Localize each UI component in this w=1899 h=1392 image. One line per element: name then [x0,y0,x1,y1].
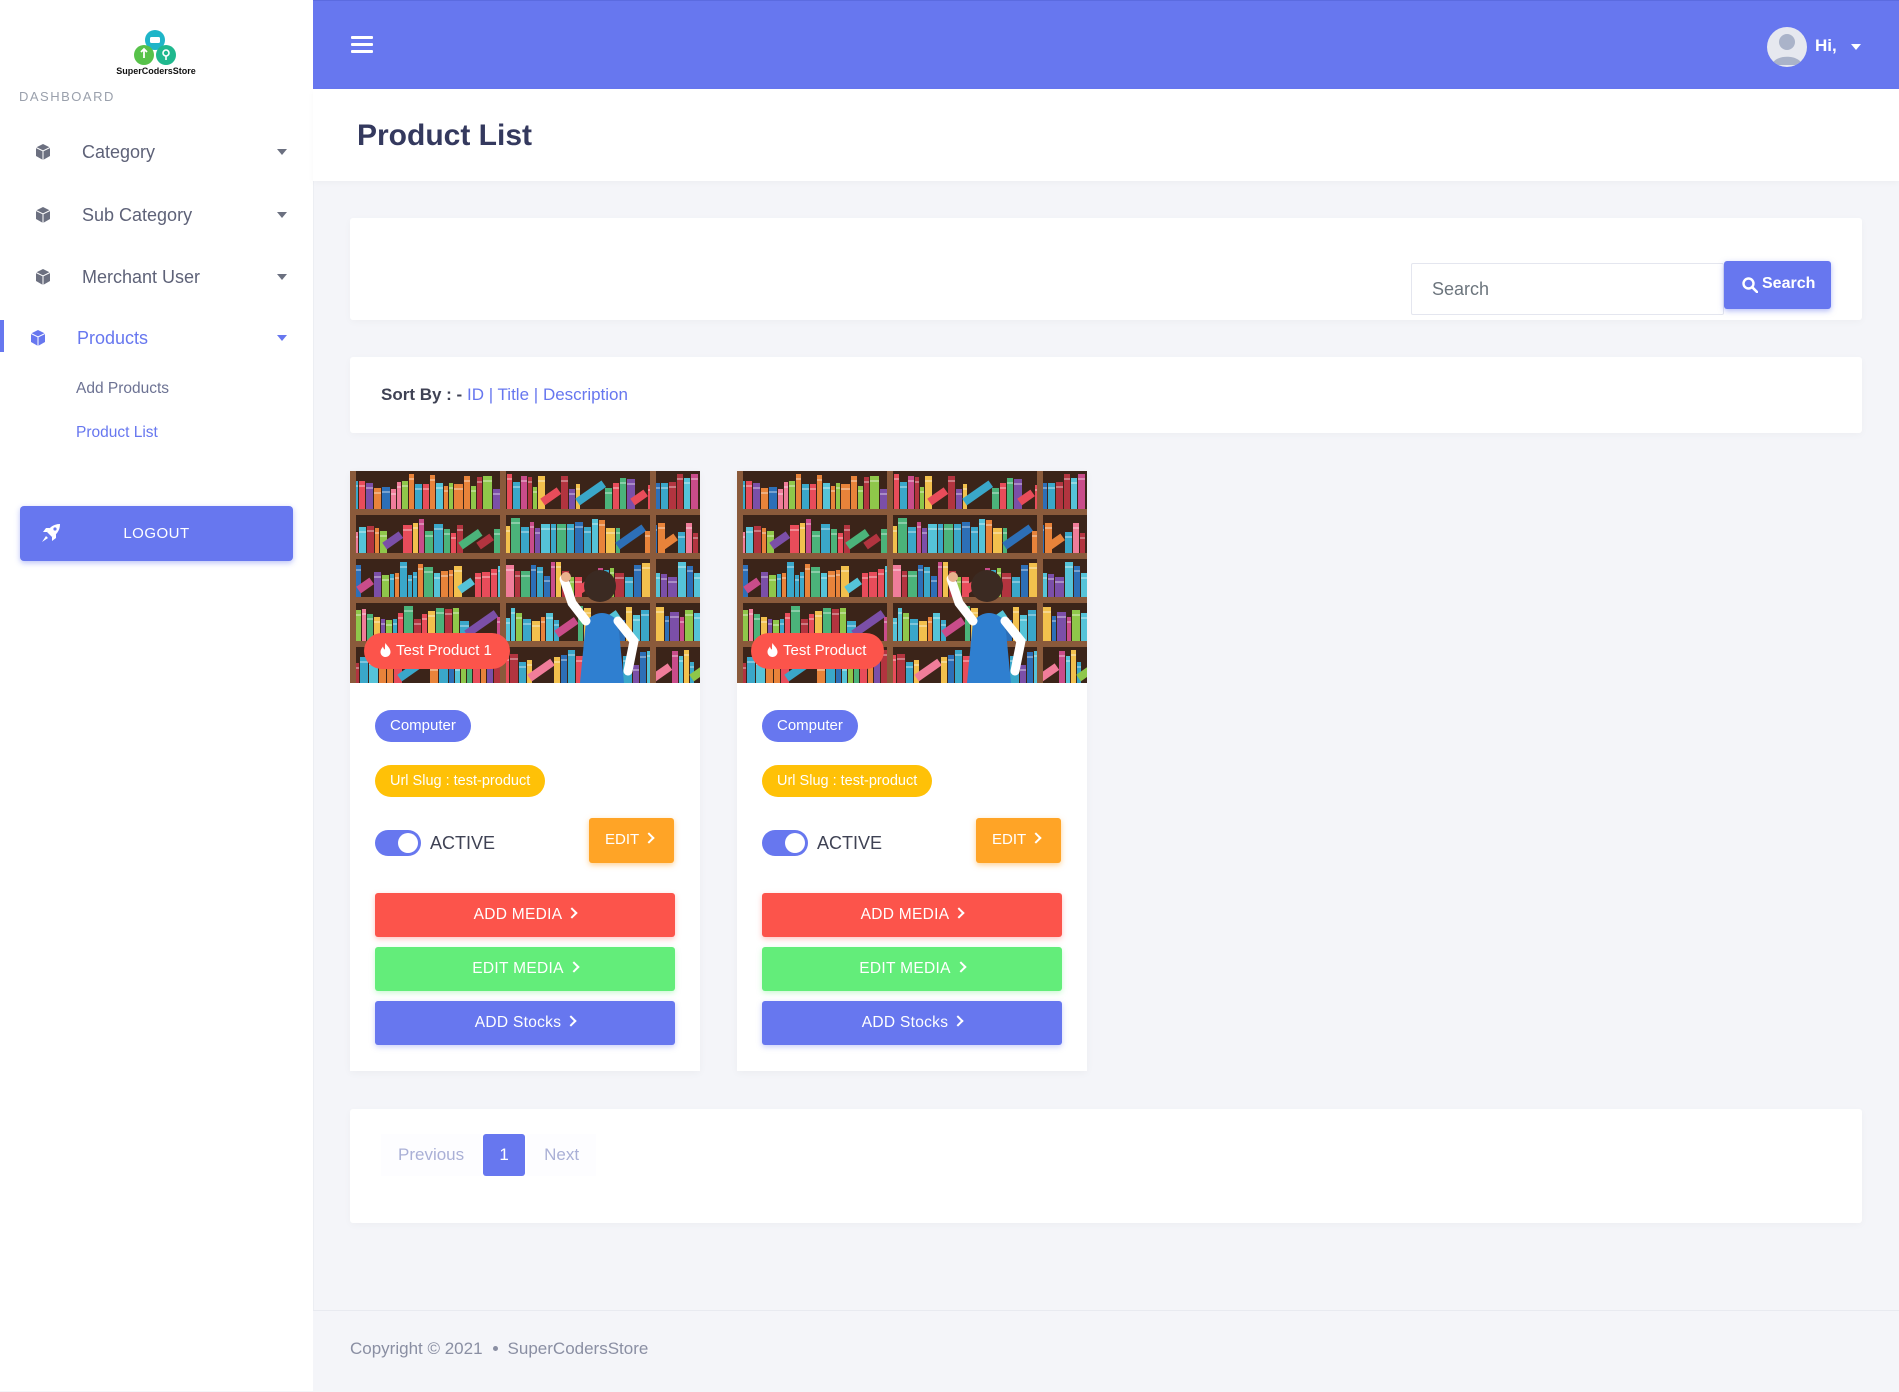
next-page-button[interactable]: Next [527,1134,597,1176]
add-media-button[interactable]: ADD MEDIA [762,893,1062,937]
sidebar-item-category[interactable]: Category [0,128,313,176]
sort-label: Sort By : - [381,385,463,404]
page-title: Product List [357,119,533,152]
cube-icon [35,269,51,285]
active-status-label: ACTIVE [430,833,496,853]
url-slug-badge: Url Slug : test-product [762,765,933,797]
sidebar-item-label: Products [77,327,149,348]
chevron-right-icon [952,1015,964,1027]
copyright-text: Copyright © 2021 [350,1339,483,1358]
edit-button[interactable]: EDIT [976,818,1061,863]
add-media-button[interactable]: ADD MEDIA [375,893,675,937]
sort-panel: Sort By : - ID | Title | Description [350,357,1862,433]
footer: Copyright © 2021 SuperCodersStore [313,1310,1899,1392]
active-status-label: ACTIVE [817,833,883,853]
search-icon [1742,277,1758,293]
avatar [1767,27,1807,67]
cube-icon [35,207,51,223]
product-card: Test Product 1 Computer Url Slug : test-… [350,471,700,1071]
sidebar-item-products[interactable]: Products [0,314,313,362]
sidebar-section-label: DASHBOARD [19,89,115,104]
sidebar: SuperCodersStore DASHBOARD Category Sub … [0,0,314,1391]
product-card: Test Product Computer Url Slug : test-pr… [737,471,1087,1071]
chevron-right-icon [953,907,966,919]
add-media-label: ADD MEDIA [473,906,563,923]
add-media-label: ADD MEDIA [860,906,950,923]
topbar: Hi, [313,0,1899,90]
edit-button[interactable]: EDIT [589,818,674,863]
add-stocks-label: ADD Stocks [474,1014,562,1031]
active-toggle[interactable] [375,830,421,856]
url-slug-badge: Url Slug : test-product [375,765,546,797]
footer-site-link[interactable]: SuperCodersStore [508,1339,649,1358]
edit-label: EDIT [992,831,1027,848]
caret-down-icon [277,149,287,155]
logout-button[interactable]: LOGOUT [20,506,293,561]
chevron-right-icon [1030,832,1042,844]
sort-separator: | [488,385,494,404]
category-badge: Computer [762,710,858,742]
cube-icon [35,144,51,160]
fire-icon [767,643,778,657]
search-input[interactable] [1411,263,1724,315]
sort-by-description-link[interactable]: Description [543,385,628,404]
caret-down-icon [277,335,287,341]
category-badge: Computer [375,710,471,742]
sidebar-subitem-add-products[interactable]: Add Products [76,380,169,398]
pagination: Previous 1 Next [381,1134,597,1176]
user-avatar-icon [1772,34,1802,65]
edit-media-label: EDIT MEDIA [859,960,951,977]
sidebar-subitem-product-list[interactable]: Product List [76,424,158,442]
search-panel: Search [350,218,1862,320]
sidebar-item-merchant-user[interactable]: Merchant User [0,253,313,301]
page-1-button[interactable]: 1 [483,1134,526,1176]
logout-label: LOGOUT [123,525,190,542]
sidebar-item-label: Merchant User [82,266,201,287]
add-stocks-button[interactable]: ADD Stocks [375,1001,675,1045]
fire-icon [380,643,391,657]
chevron-right-icon [566,907,579,919]
edit-media-button[interactable]: EDIT MEDIA [375,947,675,991]
search-button[interactable]: Search [1724,261,1831,309]
sort-by-id-link[interactable]: ID [467,385,484,404]
pagination-panel: Previous 1 Next [350,1109,1862,1223]
sidebar-item-sub-category[interactable]: Sub Category [0,191,313,239]
sidebar-item-label: Sub Category [82,204,193,225]
menu-toggle-icon[interactable] [351,36,373,54]
edit-media-button[interactable]: EDIT MEDIA [762,947,1062,991]
sidebar-item-label: Category [82,141,156,162]
caret-down-icon [1851,44,1861,50]
active-toggle[interactable] [762,830,808,856]
chevron-right-icon [565,1015,577,1027]
chevron-right-icon [643,832,655,844]
edit-media-label: EDIT MEDIA [472,960,564,977]
add-stocks-button[interactable]: ADD Stocks [762,1001,1062,1045]
chevron-right-icon [568,961,580,973]
cube-icon [30,330,46,346]
product-title: Test Product 1 [396,642,492,659]
search-button-label: Search [1762,275,1816,292]
product-title: Test Product [783,642,867,659]
previous-page-button[interactable]: Previous [381,1134,482,1176]
sort-by-title-link[interactable]: Title [498,385,530,404]
sort-separator: | [533,385,539,404]
add-stocks-label: ADD Stocks [861,1014,949,1031]
user-greeting: Hi, [1815,36,1837,55]
footer-text: Copyright © 2021 SuperCodersStore [350,1339,648,1359]
page-header: Product List [313,89,1899,181]
caret-down-icon [277,274,287,280]
bullet-separator [492,1346,498,1351]
product-title-badge: Test Product 1 [364,633,510,669]
caret-down-icon [277,212,287,218]
sort-row: Sort By : - ID | Title | Description [381,385,628,405]
chevron-right-icon [955,961,967,973]
edit-label: EDIT [605,831,640,848]
product-title-badge: Test Product [751,633,885,669]
brand-name: SuperCodersStore [116,66,196,76]
